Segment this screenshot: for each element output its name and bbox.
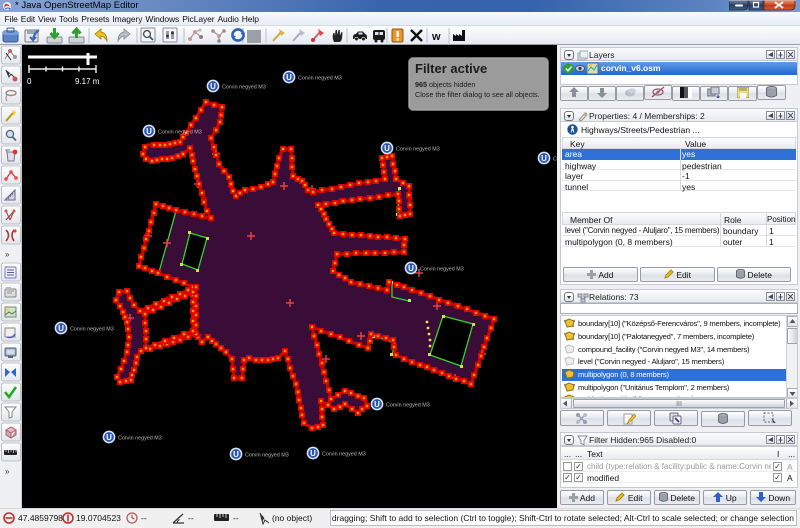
svg-text:U: U — [408, 264, 414, 273]
svg-text:9.17 m: 9.17 m — [75, 77, 100, 86]
svg-text:U: U — [106, 433, 112, 442]
svg-text:U: U — [233, 450, 239, 459]
svg-text:Corvin negyed M3: Corvin negyed M3 — [322, 452, 366, 458]
svg-text:Corvin negyed M3: Corvin negyed M3 — [420, 267, 464, 273]
svg-text:U: U — [384, 144, 390, 153]
svg-text:U: U — [374, 400, 380, 409]
svg-text:Corvin negyed M3: Corvin negyed M3 — [245, 453, 289, 459]
svg-text:U: U — [146, 127, 152, 136]
svg-text:Corvin negyed M3: Corvin negyed M3 — [396, 147, 440, 153]
svg-text:»: » — [5, 250, 10, 259]
svg-text:U: U — [286, 73, 292, 82]
svg-text:»: » — [5, 467, 10, 476]
svg-text:U: U — [541, 154, 547, 163]
svg-text:Corvin negyed M3: Corvin negyed M3 — [118, 436, 162, 442]
svg-text:Corvin negyed M3: Corvin negyed M3 — [222, 85, 266, 91]
svg-text:w: w — [431, 31, 441, 43]
svg-text:U: U — [210, 82, 216, 91]
svg-text:U: U — [310, 449, 316, 458]
svg-text:Corvin negyed M3: Corvin negyed M3 — [386, 403, 430, 409]
svg-text:0: 0 — [27, 77, 32, 86]
svg-text:Corvin negyed M3: Corvin negyed M3 — [158, 130, 202, 136]
svg-text:Corvin negyed M3: Corvin negyed M3 — [553, 157, 557, 163]
svg-text:U: U — [58, 324, 64, 333]
svg-text:Corvin negyed M3: Corvin negyed M3 — [298, 76, 342, 82]
svg-text:Corvin negyed M3: Corvin negyed M3 — [70, 327, 114, 333]
